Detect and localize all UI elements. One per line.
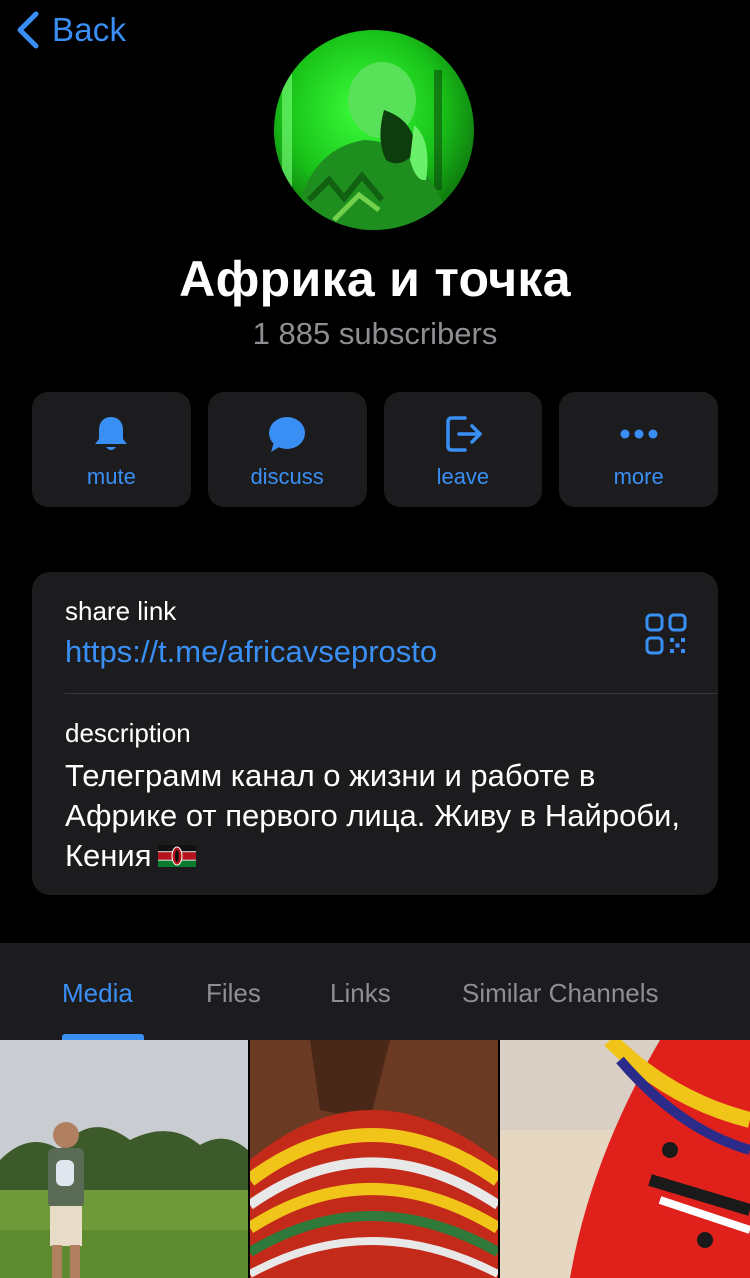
description-text: Телеграмм канал о жизни и работе в Африк… bbox=[65, 756, 695, 876]
leave-button[interactable]: leave bbox=[383, 392, 543, 507]
channel-title: Африка и точка bbox=[179, 251, 571, 307]
back-button[interactable]: Back bbox=[14, 8, 126, 52]
photo-beaded-necklaces bbox=[250, 1040, 498, 1278]
media-thumbnail[interactable] bbox=[250, 1040, 498, 1278]
qr-code-icon[interactable] bbox=[644, 612, 688, 656]
description-label: description bbox=[65, 718, 191, 748]
share-link-url[interactable]: https://t.me/africavseprosto bbox=[65, 634, 437, 670]
discuss-button[interactable]: discuss bbox=[207, 392, 367, 507]
bell-icon bbox=[95, 416, 128, 450]
channel-profile-screen: Back Африка и точка 1 885 subscribers mu… bbox=[0, 0, 750, 1278]
chevron-left-icon bbox=[17, 11, 39, 49]
media-grid bbox=[0, 1040, 750, 1278]
mute-button[interactable]: mute bbox=[32, 392, 191, 507]
back-label: Back bbox=[52, 11, 127, 48]
photo-red-fabric bbox=[500, 1040, 750, 1278]
tab-media[interactable]: Media bbox=[62, 978, 133, 1009]
media-thumbnail[interactable] bbox=[0, 1040, 248, 1278]
info-card: share link https://t.me/africavseprosto … bbox=[32, 572, 718, 895]
photo-man-in-park bbox=[0, 1040, 248, 1278]
share-link-label: share link bbox=[65, 596, 177, 626]
tab-files[interactable]: Files bbox=[206, 978, 261, 1009]
discuss-label: discuss bbox=[250, 463, 324, 489]
chat-bubble-icon bbox=[269, 416, 306, 452]
media-tabs: Media Files Links Similar Channels bbox=[0, 943, 750, 1040]
media-thumbnail[interactable] bbox=[500, 1040, 750, 1278]
kenya-flag-icon bbox=[157, 845, 196, 867]
action-buttons: mute discuss leave more bbox=[32, 392, 718, 507]
channel-avatar[interactable] bbox=[274, 30, 474, 230]
more-button[interactable]: more bbox=[559, 392, 718, 507]
leave-label: leave bbox=[436, 463, 490, 489]
tab-links[interactable]: Links bbox=[330, 978, 391, 1009]
info-divider bbox=[65, 693, 718, 694]
more-dots-icon bbox=[620, 429, 658, 438]
more-label: more bbox=[613, 463, 664, 489]
mute-label: mute bbox=[86, 463, 136, 489]
leave-icon bbox=[446, 415, 482, 452]
tab-similar-channels[interactable]: Similar Channels bbox=[462, 978, 659, 1009]
subscriber-count: 1 885 subscribers bbox=[252, 316, 498, 351]
avatar-image bbox=[274, 30, 474, 230]
